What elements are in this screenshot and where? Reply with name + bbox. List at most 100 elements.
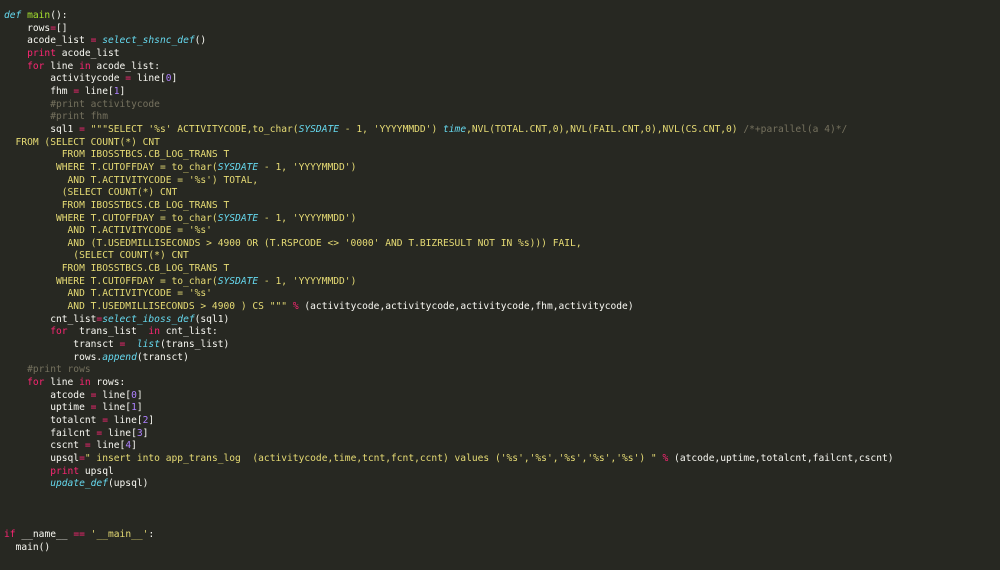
code-line[interactable]: upsql=" insert into app_trans_log (activ… <box>4 453 998 466</box>
code-line[interactable]: fhm = line[1] <box>4 86 998 99</box>
code-line[interactable]: WHERE T.CUTOFFDAY = to_char(SYSDATE - 1,… <box>4 162 998 175</box>
code-token: print <box>50 465 80 477</box>
code-line[interactable]: cscnt = line[4] <box>4 440 998 453</box>
code-line[interactable]: for trans_list in cnt_list: <box>4 326 998 339</box>
code-line[interactable]: AND T.USEDMILLISECONDS > 4900 ) CS """ %… <box>4 301 998 314</box>
code-token: ] <box>171 73 178 85</box>
code-token: [] <box>56 22 68 34</box>
code-token: line[ <box>102 427 137 439</box>
code-token: (atcode,uptime,totalcnt,failcnt,cscnt) <box>668 452 894 464</box>
code-line[interactable]: WHERE T.CUTOFFDAY = to_char(SYSDATE - 1,… <box>4 213 998 226</box>
code-token: rows: <box>90 377 126 389</box>
code-line[interactable]: #print activitycode <box>4 99 998 112</box>
code-token: SYSDATE <box>217 275 259 287</box>
code-token: cnt_list <box>4 313 97 325</box>
code-line[interactable]: #print rows <box>4 364 998 377</box>
code-token: in <box>79 377 91 389</box>
code-line[interactable]: acode_list = select_shsnc_def() <box>4 35 998 48</box>
code-token: AND T.ACTIVITYCODE = '%s' <box>4 288 212 300</box>
code-line[interactable]: for line in rows: <box>4 377 998 390</box>
code-token: #print rows <box>4 364 91 376</box>
code-token: (transct) <box>136 351 189 363</box>
code-line[interactable]: (SELECT COUNT(*) CNT <box>4 187 998 200</box>
code-token: print <box>27 47 56 59</box>
code-token: - 1, 'YYYYMMDD') <box>258 161 357 173</box>
code-line[interactable]: cnt_list=select_iboss_def(sql1) <box>4 314 998 327</box>
code-line[interactable]: print acode_list <box>4 48 998 61</box>
code-token: acode_list <box>56 47 120 59</box>
code-line[interactable]: rows=[] <box>4 23 998 36</box>
code-line[interactable]: ​ <box>4 491 998 504</box>
code-token: transct <box>4 339 120 351</box>
code-area[interactable]: def main(): rows=[] acode_list = select_… <box>4 10 998 554</box>
code-token: line[ <box>96 389 132 401</box>
code-editor[interactable]: def main(): rows=[] acode_list = select_… <box>0 0 1000 570</box>
code-line[interactable]: AND T.ACTIVITYCODE = '%s' <box>4 225 998 238</box>
code-token: FROM IBOSSTBCS.CB_LOG_TRANS T <box>4 263 230 275</box>
code-token: ] <box>136 389 143 401</box>
code-line[interactable]: uptime = line[1] <box>4 402 998 415</box>
code-line[interactable]: rows.append(transct) <box>4 352 998 365</box>
code-token: for <box>27 377 45 389</box>
code-token: select_shsnc_def <box>102 35 195 47</box>
code-token: (SELECT COUNT(*) CNT <box>4 250 189 262</box>
code-line[interactable]: FROM IBOSSTBCS.CB_LOG_TRANS T <box>4 149 998 162</box>
code-token: line[ <box>90 440 126 452</box>
code-line[interactable]: def main(): <box>4 10 998 23</box>
code-token: acode_list: <box>90 60 160 72</box>
code-token: ] <box>142 427 149 439</box>
code-line[interactable]: WHERE T.CUTOFFDAY = to_char(SYSDATE - 1,… <box>4 276 998 289</box>
code-token: uptime <box>4 402 91 414</box>
code-line[interactable]: failcnt = line[3] <box>4 428 998 441</box>
code-token: for <box>27 60 45 72</box>
code-token: append <box>102 351 137 363</box>
code-token: failcnt <box>4 427 97 439</box>
code-token: == <box>73 528 85 540</box>
code-line[interactable]: totalcnt = line[2] <box>4 415 998 428</box>
code-token: () <box>194 35 207 47</box>
code-token: atcode <box>4 389 91 401</box>
code-line[interactable]: AND (T.USEDMILLISECONDS > 4900 OR (T.RSP… <box>4 238 998 251</box>
code-line[interactable]: (SELECT COUNT(*) CNT <box>4 250 998 263</box>
code-token: : <box>148 528 155 540</box>
code-line[interactable]: main() <box>4 542 998 555</box>
code-token: AND (T.USEDMILLISECONDS > 4900 OR (T.RSP… <box>4 237 582 249</box>
code-line[interactable]: transct = list(trans_list) <box>4 339 998 352</box>
code-token: totalcnt <box>4 415 103 426</box>
code-token: SYSDATE <box>217 161 259 173</box>
code-token: sql1 <box>4 123 80 135</box>
code-line[interactable]: FROM IBOSSTBCS.CB_LOG_TRANS T <box>4 263 998 276</box>
code-line[interactable]: FROM (SELECT COUNT(*) CNT <box>4 137 998 150</box>
code-line[interactable]: print upsql <box>4 466 998 479</box>
code-token: update_def <box>50 478 108 490</box>
code-line[interactable]: ​ <box>4 516 998 529</box>
code-token: (sql1) <box>194 313 230 325</box>
code-token: ] <box>136 402 143 414</box>
code-token: '__main__' <box>90 528 149 540</box>
code-line[interactable]: atcode = line[0] <box>4 390 998 403</box>
code-line[interactable]: activitycode = line[0] <box>4 73 998 86</box>
code-token: trans_list <box>67 326 149 338</box>
code-token: fhm <box>4 85 74 97</box>
code-line[interactable]: AND T.ACTIVITYCODE = '%s' <box>4 288 998 301</box>
code-token: line <box>44 377 80 389</box>
code-line[interactable]: sql1 = """SELECT '%s' ACTIVITYCODE,to_ch… <box>4 124 998 137</box>
code-token: cnt_list: <box>159 326 218 338</box>
code-token: " insert into app_trans_log (activitycod… <box>84 452 657 464</box>
code-line[interactable]: AND T.ACTIVITYCODE = '%s') TOTAL, <box>4 175 998 188</box>
code-line[interactable]: for line in acode_list: <box>4 61 998 74</box>
code-line[interactable]: FROM IBOSSTBCS.CB_LOG_TRANS T <box>4 200 998 213</box>
code-line[interactable]: if __name__ == '__main__': <box>4 529 998 542</box>
code-line[interactable]: ​ <box>4 504 998 517</box>
code-line[interactable]: update_def(upsql) <box>4 478 998 491</box>
code-token: __name__ <box>15 528 74 540</box>
code-token: SYSDATE <box>217 212 259 224</box>
code-line[interactable]: #print fhm <box>4 111 998 124</box>
code-token: AND T.ACTIVITYCODE = '%s') TOTAL, <box>4 174 259 186</box>
code-token: SYSDATE <box>298 123 340 135</box>
